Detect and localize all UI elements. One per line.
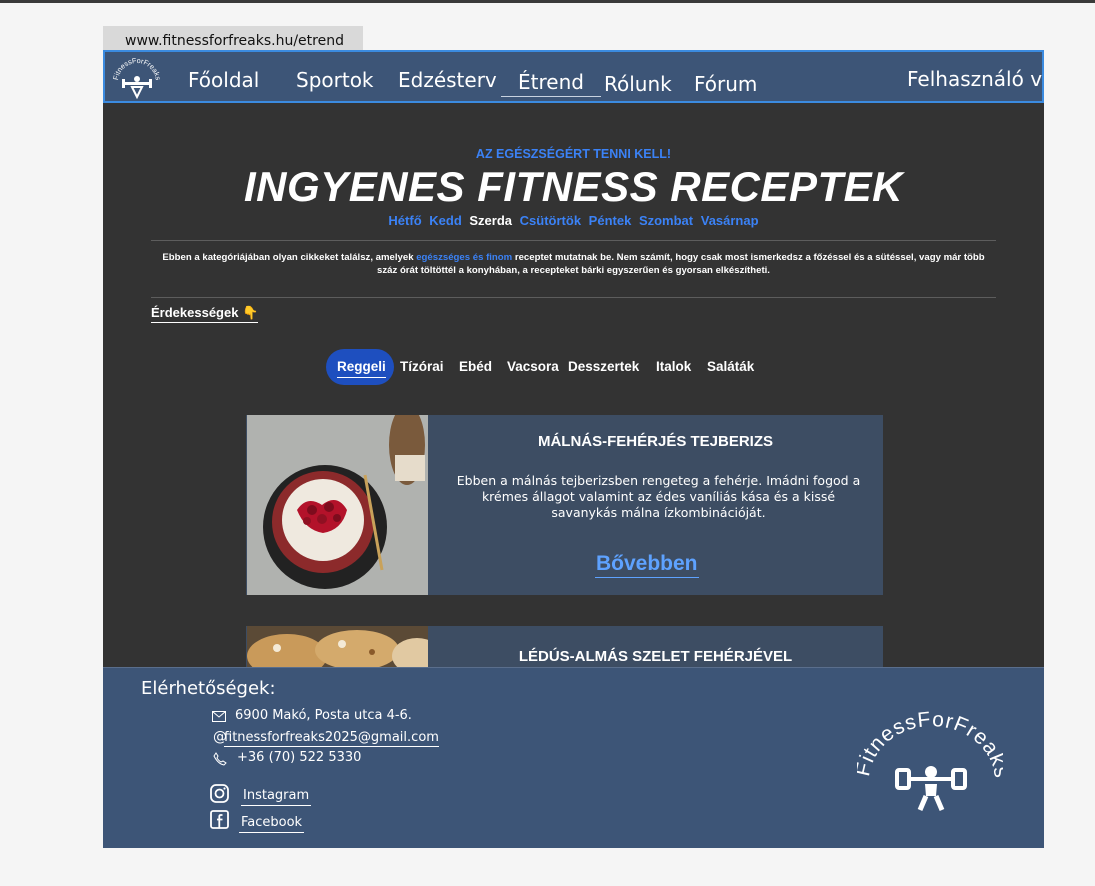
window-top-border [0,0,1095,3]
category-vacsora[interactable]: Vacsora [507,358,559,376]
phone-icon [213,752,227,766]
category-desszertek[interactable]: Desszertek [568,358,639,376]
category-italok[interactable]: Italok [656,358,691,376]
category-reggeli[interactable]: Reggeli [337,358,386,378]
footer-phone: +36 (70) 522 5330 [237,750,362,765]
recipe-card: MÁLNÁS-FEHÉRJÉS TEJBERIZS Ebben a málnás… [246,415,883,595]
nav-item-etrend[interactable]: Étrend [501,70,601,97]
page-frame: FitnessForFreaks Főoldal Sportok Edzéste… [103,50,1044,848]
day-kedd[interactable]: Kedd [429,213,462,228]
divider [151,297,996,298]
address-bar-url: www.fitnessforfreaks.hu/etrend [125,33,344,49]
nav-item-edzesterv[interactable]: Edzésterv [398,68,497,92]
day-selector: Hétfő Kedd Szerda Csütörtök Péntek Szomb… [103,213,1044,228]
day-szerda[interactable]: Szerda [469,213,512,228]
user-menu[interactable]: Felhasználó v [907,67,1042,91]
instagram-link[interactable]: Instagram [241,788,312,806]
page-title: INGYENES FITNESS RECEPTEK [244,163,903,210]
divider [151,240,996,241]
day-hetfo[interactable]: Hétfő [388,213,421,228]
intro-highlight: egészséges és finom [416,252,513,263]
brand-logo-icon[interactable]: FitnessForFreaks [111,57,163,99]
recipe-title: LÉDÚS-ALMÁS SZELET FEHÉRJÉVEL [518,648,793,665]
day-pentek[interactable]: Péntek [589,213,632,228]
day-csutortok[interactable]: Csütörtök [520,213,581,228]
intro-part1: Ebben a kategóriájában olyan cikkeket ta… [162,252,417,263]
recipe-description: Ebben a málnás tejberizsben rengeteg a f… [456,473,861,520]
address-bar[interactable]: www.fitnessforfreaks.hu/etrend [103,26,363,50]
intro-text: Ebben a kategóriájában olyan cikkeket ta… [151,252,996,277]
category-tizorai[interactable]: Tízórai [400,358,444,376]
nav-item-fooldal[interactable]: Főoldal [188,68,259,92]
footer-email-link[interactable]: fitnessforfreaks2025@gmail.com [224,730,439,747]
recipe-title: MÁLNÁS-FEHÉRJÉS TEJBERIZS [537,433,774,450]
footer-address: 6900 Makó, Posta utca 4-6. [235,708,412,723]
recipe-image [247,415,428,595]
brand-logo-large-icon: FitnessForFreaks [857,710,1003,811]
read-more-link[interactable]: Bővebben [595,552,699,578]
footer-title: Elérhetőségek: [141,678,276,699]
instagram-icon[interactable] [210,784,229,803]
nav-item-rolunk[interactable]: Rólunk [604,72,672,96]
facebook-link[interactable]: Facebook [239,815,305,833]
interest-link[interactable]: Érdekességek 👇 [151,305,259,323]
category-ebed[interactable]: Ebéd [459,358,492,376]
envelope-icon [212,711,226,722]
facebook-icon[interactable] [210,810,229,829]
nav-item-forum[interactable]: Fórum [694,72,757,96]
top-navbar: FitnessForFreaks Főoldal Sportok Edzéste… [103,50,1044,103]
hero-kicker: AZ EGÉSZSÉGÉRT TENNI KELL! [475,147,672,161]
category-tabs: Reggeli Tízórai Ebéd Vacsora Desszertek … [103,349,1044,385]
category-salatak[interactable]: Saláták [707,358,754,376]
footer: Elérhetőségek: 6900 Makó, Posta utca 4-6… [103,667,1044,848]
nav-item-sportok[interactable]: Sportok [296,68,374,92]
day-vasarnap[interactable]: Vasárnap [701,213,759,228]
day-szombat[interactable]: Szombat [639,213,693,228]
